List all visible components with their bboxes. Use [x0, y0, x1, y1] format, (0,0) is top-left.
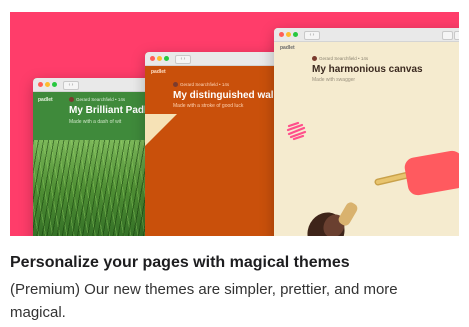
red-popsicle-icon [374, 150, 459, 196]
window-titlebar: ‹ › [145, 52, 284, 66]
green-theme-window: ‹ › padlet Gerard Searchfield • 14s My B… [33, 78, 161, 236]
grass-photo [33, 140, 161, 236]
share-icon [442, 31, 453, 40]
window-titlebar: ‹ › [33, 78, 161, 92]
post-time: 14s [221, 82, 230, 87]
avatar [69, 97, 74, 103]
feature-heading: Personalize your pages with magical them… [10, 254, 350, 271]
back-forward-icon: ‹ › [175, 55, 191, 64]
author-name: Gerard Searchfield [180, 82, 218, 87]
minimize-dot-icon [45, 82, 50, 87]
padlet-logo: padlet [38, 97, 53, 103]
chocolate-popsicle-icon [307, 202, 358, 236]
theme-preview-image: ‹ › padlet Gerard Searchfield • 14s My B… [10, 12, 459, 236]
padlet-title: My harmonious canvas [312, 64, 423, 75]
decorative-shape [145, 114, 177, 146]
padlet-logo: padlet [280, 45, 295, 51]
avatar [173, 82, 178, 88]
orange-theme-window: ‹ › padlet Gerard Searchfield • 14s My d… [145, 52, 284, 236]
minimize-dot-icon [286, 32, 291, 37]
maximize-dot-icon [52, 82, 57, 87]
close-dot-icon [38, 82, 43, 87]
padlet-subtitle: Made with a dash of wit [69, 119, 122, 125]
close-dot-icon [279, 32, 284, 37]
window-titlebar: ‹ › [274, 28, 459, 42]
avatar [312, 56, 317, 62]
padlet-subtitle: Made with swagger [312, 77, 356, 83]
author-name: Gerard Searchfield [319, 56, 357, 61]
maximize-dot-icon [164, 56, 169, 61]
cream-theme-window: ‹ › padlet Gerard Searchfield • 14s My h… [274, 28, 459, 236]
feature-description: (Premium) Our new themes are simpler, pr… [10, 281, 398, 321]
minimize-dot-icon [157, 56, 162, 61]
sidebar-icon [454, 31, 459, 40]
back-forward-icon: ‹ › [304, 31, 320, 40]
close-dot-icon [150, 56, 155, 61]
padlet-title: My Brilliant Padlet [69, 105, 156, 116]
post-time: 14s [360, 56, 369, 61]
padlet-title: My distinguished wall [173, 90, 277, 101]
padlet-subtitle: Made with a stroke of good luck [173, 103, 244, 109]
author-line: Gerard Searchfield • 14s [69, 97, 126, 103]
post-time: 14s [117, 97, 126, 102]
author-line: Gerard Searchfield • 14s [312, 56, 369, 62]
maximize-dot-icon [293, 32, 298, 37]
author-line: Gerard Searchfield • 14s [173, 82, 230, 88]
back-forward-icon: ‹ › [63, 81, 79, 90]
padlet-logo: padlet [151, 69, 166, 75]
author-name: Gerard Searchfield [76, 97, 114, 102]
pink-scribble-icon [286, 121, 307, 141]
